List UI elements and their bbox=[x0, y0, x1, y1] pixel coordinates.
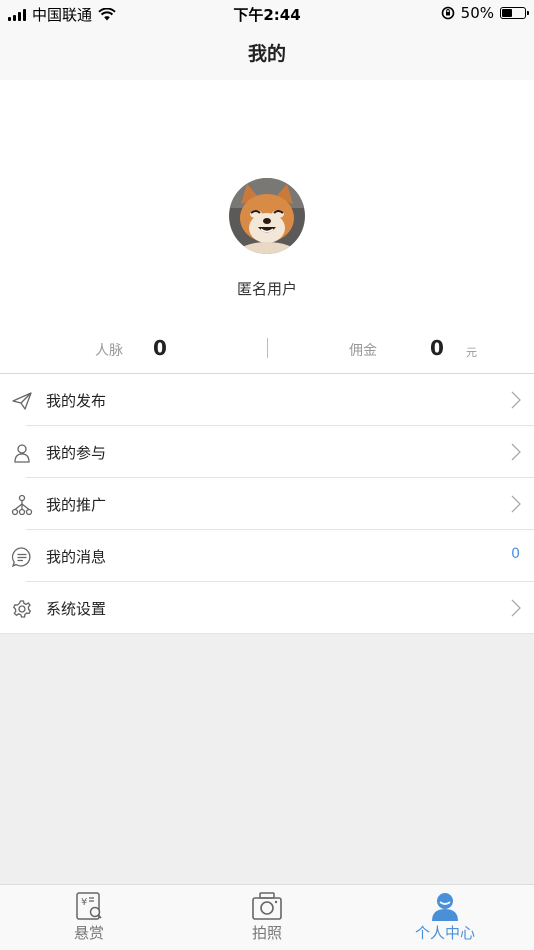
menu-item-my-messages[interactable]: 我的消息 0 bbox=[0, 530, 534, 582]
menu-list: 我的发布 我的参与 我的推广 我的消息 0 系统设置 bbox=[0, 374, 534, 634]
stats-divider bbox=[267, 338, 268, 358]
tab-camera[interactable]: 拍照 bbox=[207, 891, 327, 943]
menu-item-label: 我的消息 bbox=[46, 548, 107, 566]
tab-label: 个人中心 bbox=[414, 924, 475, 942]
person-icon bbox=[432, 893, 458, 921]
page-title: 我的 bbox=[0, 28, 534, 80]
commission-label: 佣金 bbox=[349, 343, 377, 359]
menu-item-my-promotion[interactable]: 我的推广 bbox=[0, 478, 534, 530]
menu-item-settings[interactable]: 系统设置 bbox=[0, 582, 534, 634]
status-right: 50% bbox=[441, 4, 529, 22]
chat-bubble-icon bbox=[11, 547, 31, 568]
unread-count-badge: 0 bbox=[511, 546, 520, 562]
battery-icon bbox=[500, 7, 529, 19]
rotation-lock-icon bbox=[441, 6, 454, 20]
chevron-right-icon bbox=[511, 391, 521, 409]
username: 匿名用户 bbox=[236, 280, 297, 298]
commission-value[interactable]: 0 bbox=[430, 336, 444, 360]
tab-reward[interactable]: ¥ 悬赏 bbox=[29, 891, 149, 943]
status-bar: 中国联通 下午2:44 50% bbox=[0, 0, 534, 28]
tab-label: 拍照 bbox=[251, 924, 282, 942]
menu-item-label: 我的发布 bbox=[46, 392, 107, 410]
tab-bar: ¥ 悬赏 拍照 个人中心 bbox=[0, 884, 534, 950]
paper-plane-icon bbox=[12, 392, 32, 410]
connections-label: 人脉 bbox=[95, 343, 123, 359]
chevron-right-icon bbox=[511, 599, 521, 617]
tab-personal-center[interactable]: 个人中心 bbox=[385, 891, 505, 943]
chevron-right-icon bbox=[511, 443, 521, 461]
gear-icon bbox=[12, 600, 32, 618]
network-tree-icon bbox=[11, 494, 33, 516]
commission-unit: 元 bbox=[466, 346, 477, 359]
svg-text:¥: ¥ bbox=[81, 897, 87, 908]
menu-item-my-participation[interactable]: 我的参与 bbox=[0, 426, 534, 478]
menu-item-label: 我的参与 bbox=[46, 444, 107, 462]
avatar[interactable] bbox=[229, 178, 305, 254]
battery-percent: 50% bbox=[460, 4, 494, 22]
connections-value[interactable]: 0 bbox=[153, 336, 167, 360]
menu-item-my-posts[interactable]: 我的发布 bbox=[0, 374, 534, 426]
divider bbox=[0, 633, 534, 634]
menu-item-label: 系统设置 bbox=[46, 600, 107, 618]
stats-row: 人脉 0 佣金 0 元 bbox=[0, 330, 534, 366]
shiba-dog-avatar bbox=[229, 178, 305, 254]
user-outline-icon bbox=[14, 444, 30, 463]
reward-icon: ¥ bbox=[76, 892, 102, 920]
tab-label: 悬赏 bbox=[73, 924, 104, 942]
chevron-right-icon bbox=[511, 495, 521, 513]
menu-item-label: 我的推广 bbox=[46, 496, 107, 514]
camera-icon bbox=[252, 892, 282, 920]
profile-header: 匿名用户 人脉 0 佣金 0 元 bbox=[0, 80, 534, 374]
